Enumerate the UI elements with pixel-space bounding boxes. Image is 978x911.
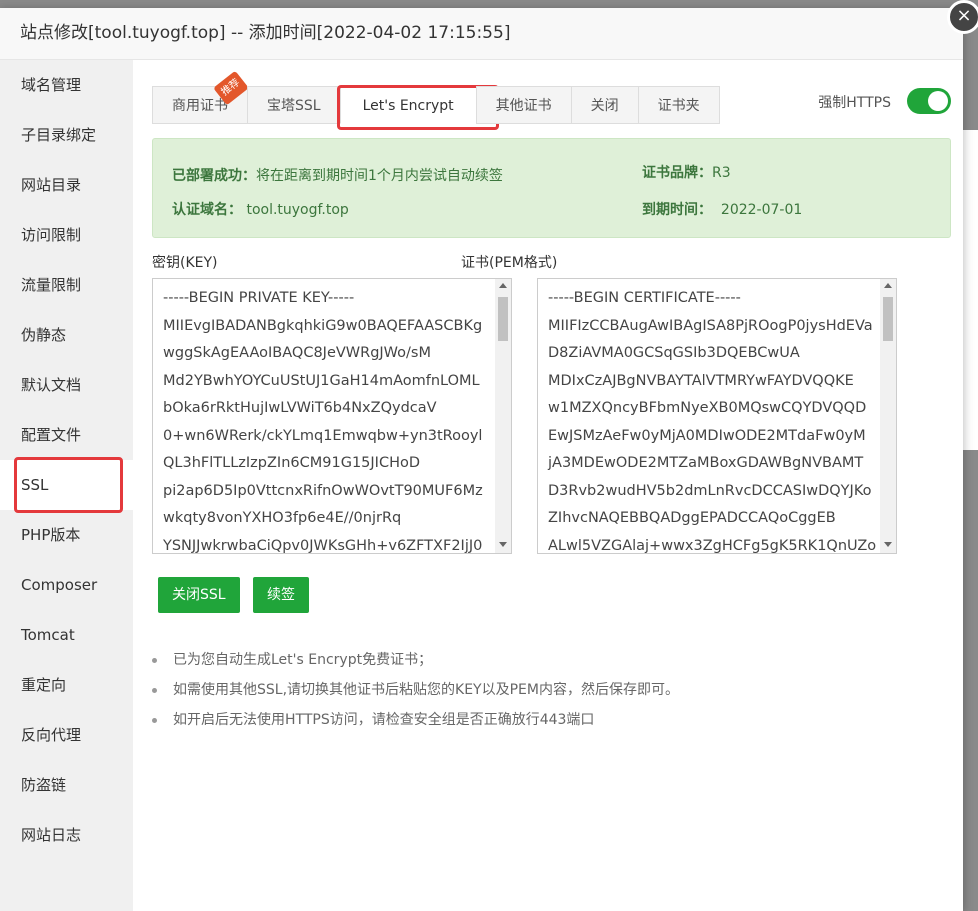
sidebar-item-tomcat[interactable]: Tomcat	[0, 610, 133, 660]
auth-domain-label: 认证域名：	[172, 202, 242, 218]
cert-brand: 证书品牌：R3	[642, 162, 731, 182]
scroll-down-icon[interactable]	[884, 542, 892, 547]
scroll-up-icon[interactable]	[884, 283, 892, 288]
tip-item: 如需使用其他SSL,请切换其他证书后粘贴您的KEY以及PEM内容，然后保存即可。	[152, 675, 679, 705]
tab-commercial-cert[interactable]: 商用证书 推荐	[152, 70, 249, 124]
expiry-date: 到期时间： 2022-07-01	[642, 199, 802, 219]
sidebar-item-domain[interactable]: 域名管理	[0, 60, 133, 110]
tab-lets-encrypt[interactable]: Let's Encrypt	[336, 85, 499, 130]
cert-textarea[interactable]: -----BEGIN CERTIFICATE----- MIIFIzCCBAug…	[537, 278, 897, 554]
sidebar-item-site-log[interactable]: 网站日志	[0, 810, 133, 860]
cert-brand-label: 证书品牌：	[642, 165, 712, 181]
auth-domain-value: tool.tuyogf.top	[246, 202, 349, 218]
cert-line: MDIxCzAJBgNVBAYTAlVTMRYwFAYDVQQKE	[548, 372, 854, 389]
tab-baota-ssl[interactable]: 宝塔SSL	[247, 86, 340, 124]
key-line: wggSkAgEAAoIBAQC8JeVWRgJWo/sM	[163, 345, 431, 361]
sidebar: 域名管理 子目录绑定 网站目录 访问限制 流量限制 伪静态 默认文档 配置文件 …	[0, 60, 133, 911]
key-line: Md2YBwhYOYCuUStUJ1GaH14mAomfnLOML	[163, 372, 480, 389]
key-line: bOka6rRktHujIwLVWiT6b4NxZQydcaV	[163, 400, 437, 416]
sidebar-item-site-directory[interactable]: 网站目录	[0, 160, 133, 210]
sidebar-item-rewrite[interactable]: 伪静态	[0, 310, 133, 360]
ssl-tabs: 商用证书 推荐 宝塔SSL Let's Encrypt 其他证书 关闭 证书夹	[152, 70, 720, 130]
sidebar-item-hotlink-protection[interactable]: 防盗链	[0, 760, 133, 810]
key-line: QL3hFlTLLzIzpZIn6CM91G15JICHoD	[163, 455, 421, 471]
cert-line: MIIFIzCCBAugAwIBAgISA8PjROogP0jysHdEVa	[548, 317, 873, 334]
dialog-title: 站点修改[tool.tuyogf.top] -- 添加时间[2022-04-02…	[0, 8, 963, 60]
sidebar-item-traffic-limit[interactable]: 流量限制	[0, 260, 133, 310]
key-line: pi2ap6D5Ip0VttcnxRifnOwWOvtT90MUF6Mz	[163, 482, 483, 499]
key-line: -----BEGIN PRIVATE KEY-----	[163, 290, 355, 306]
tab-label: 商用证书	[172, 98, 228, 114]
tab-cert-folder[interactable]: 证书夹	[637, 86, 720, 124]
sidebar-item-config-file[interactable]: 配置文件	[0, 410, 133, 460]
expiry-date-value: 2022-07-01	[720, 202, 803, 218]
tip-item: 如开启后无法使用HTTPS访问，请检查安全组是否正确放行443端口	[152, 705, 679, 735]
cert-line: jA3MDEwODE2MTZaMBoxGDAWBgNVBAMT	[548, 455, 864, 471]
tab-other-cert[interactable]: 其他证书	[475, 86, 571, 124]
close-icon[interactable]: ×	[947, 0, 978, 34]
key-line: 0+wn6WRerk/ckYLmq1Emwqbw+yn3tRooyl	[163, 427, 483, 444]
cert-line: ALwl5VZGAlaj+wwx3ZgHCFg5gK5RK1QnUZo	[548, 537, 877, 554]
cert-label: 证书(PEM格式)	[461, 255, 558, 271]
cert-content: -----BEGIN CERTIFICATE----- MIIFIzCCBAug…	[538, 279, 880, 553]
sidebar-item-access-limit[interactable]: 访问限制	[0, 210, 133, 260]
sidebar-item-composer[interactable]: Composer	[0, 560, 133, 610]
renew-button[interactable]: 续签	[253, 577, 309, 613]
key-textarea[interactable]: -----BEGIN PRIVATE KEY----- MIIEvgIBADAN…	[152, 278, 512, 554]
key-line: YSNJJwkrwbaCiQpv0JWKsGHh+v6ZFTXF2IjJ0	[163, 537, 483, 554]
key-line: MIIEvgIBADANBgkqhkiG9w0BAQEFAASCBKg	[163, 317, 483, 334]
deploy-status-label: 已部署成功：	[172, 168, 256, 184]
force-https-toggle[interactable]	[907, 88, 951, 114]
key-label: 密钥(KEY)	[152, 255, 218, 271]
site-edit-dialog: 站点修改[tool.tuyogf.top] -- 添加时间[2022-04-02…	[0, 0, 978, 911]
tab-close[interactable]: 关闭	[570, 86, 638, 124]
cert-line: D8ZiAVMA0GCSqGSIb3DQEBCwUA	[548, 345, 800, 361]
scroll-up-icon[interactable]	[499, 283, 507, 288]
sidebar-item-ssl[interactable]: SSL	[0, 457, 133, 513]
sidebar-item-default-doc[interactable]: 默认文档	[0, 360, 133, 410]
scroll-thumb[interactable]	[498, 297, 508, 341]
sidebar-item-php-version[interactable]: PHP版本	[0, 510, 133, 560]
close-ssl-button[interactable]: 关闭SSL	[158, 577, 240, 613]
key-content: -----BEGIN PRIVATE KEY----- MIIEvgIBADAN…	[153, 279, 495, 553]
sidebar-item-redirect[interactable]: 重定向	[0, 660, 133, 710]
cert-line: w1MZXQncyBFbmNyeXB0MQswCQYDVQQD	[548, 400, 867, 416]
cert-line: D3Rvb2wudHV5b2dmLnRvcDCCASIwDQYJKo	[548, 482, 872, 499]
cert-brand-value: R3	[712, 165, 731, 181]
tip-item: 已为您自动生成Let's Encrypt免费证书；	[152, 645, 679, 675]
auth-domain: 认证域名： tool.tuyogf.top	[172, 199, 349, 219]
sidebar-item-subdir-binding[interactable]: 子目录绑定	[0, 110, 133, 160]
cert-scrollbar[interactable]	[880, 279, 896, 553]
ssl-panel: 商用证书 推荐 宝塔SSL Let's Encrypt 其他证书 关闭 证书夹 …	[152, 60, 951, 911]
cert-line: ZIhvcNAQEBBQADggEPADCCAQoCggEB	[548, 510, 836, 526]
force-https-label: 强制HTTPS	[818, 95, 891, 111]
scroll-down-icon[interactable]	[499, 542, 507, 547]
key-line: wkqty8vonYXHO3fp6e4E//0njrRq	[163, 510, 402, 526]
cert-line: EwJSMzAeFw0yMjA0MDIwODE2MTdaFw0yM	[548, 427, 866, 444]
deploy-status: 已部署成功：将在距离到期时间1个月内尝试自动续签	[172, 165, 503, 185]
cert-line: -----BEGIN CERTIFICATE-----	[548, 290, 741, 306]
tips-list: 已为您自动生成Let's Encrypt免费证书； 如需使用其他SSL,请切换其…	[152, 645, 679, 735]
ssl-status-box: 已部署成功：将在距离到期时间1个月内尝试自动续签 认证域名： tool.tuyo…	[152, 138, 951, 238]
key-scrollbar[interactable]	[495, 279, 511, 553]
sidebar-item-reverse-proxy[interactable]: 反向代理	[0, 710, 133, 760]
scroll-thumb[interactable]	[883, 297, 893, 341]
deploy-status-text: 将在距离到期时间1个月内尝试自动续签	[256, 168, 503, 184]
expiry-date-label: 到期时间：	[642, 202, 712, 218]
